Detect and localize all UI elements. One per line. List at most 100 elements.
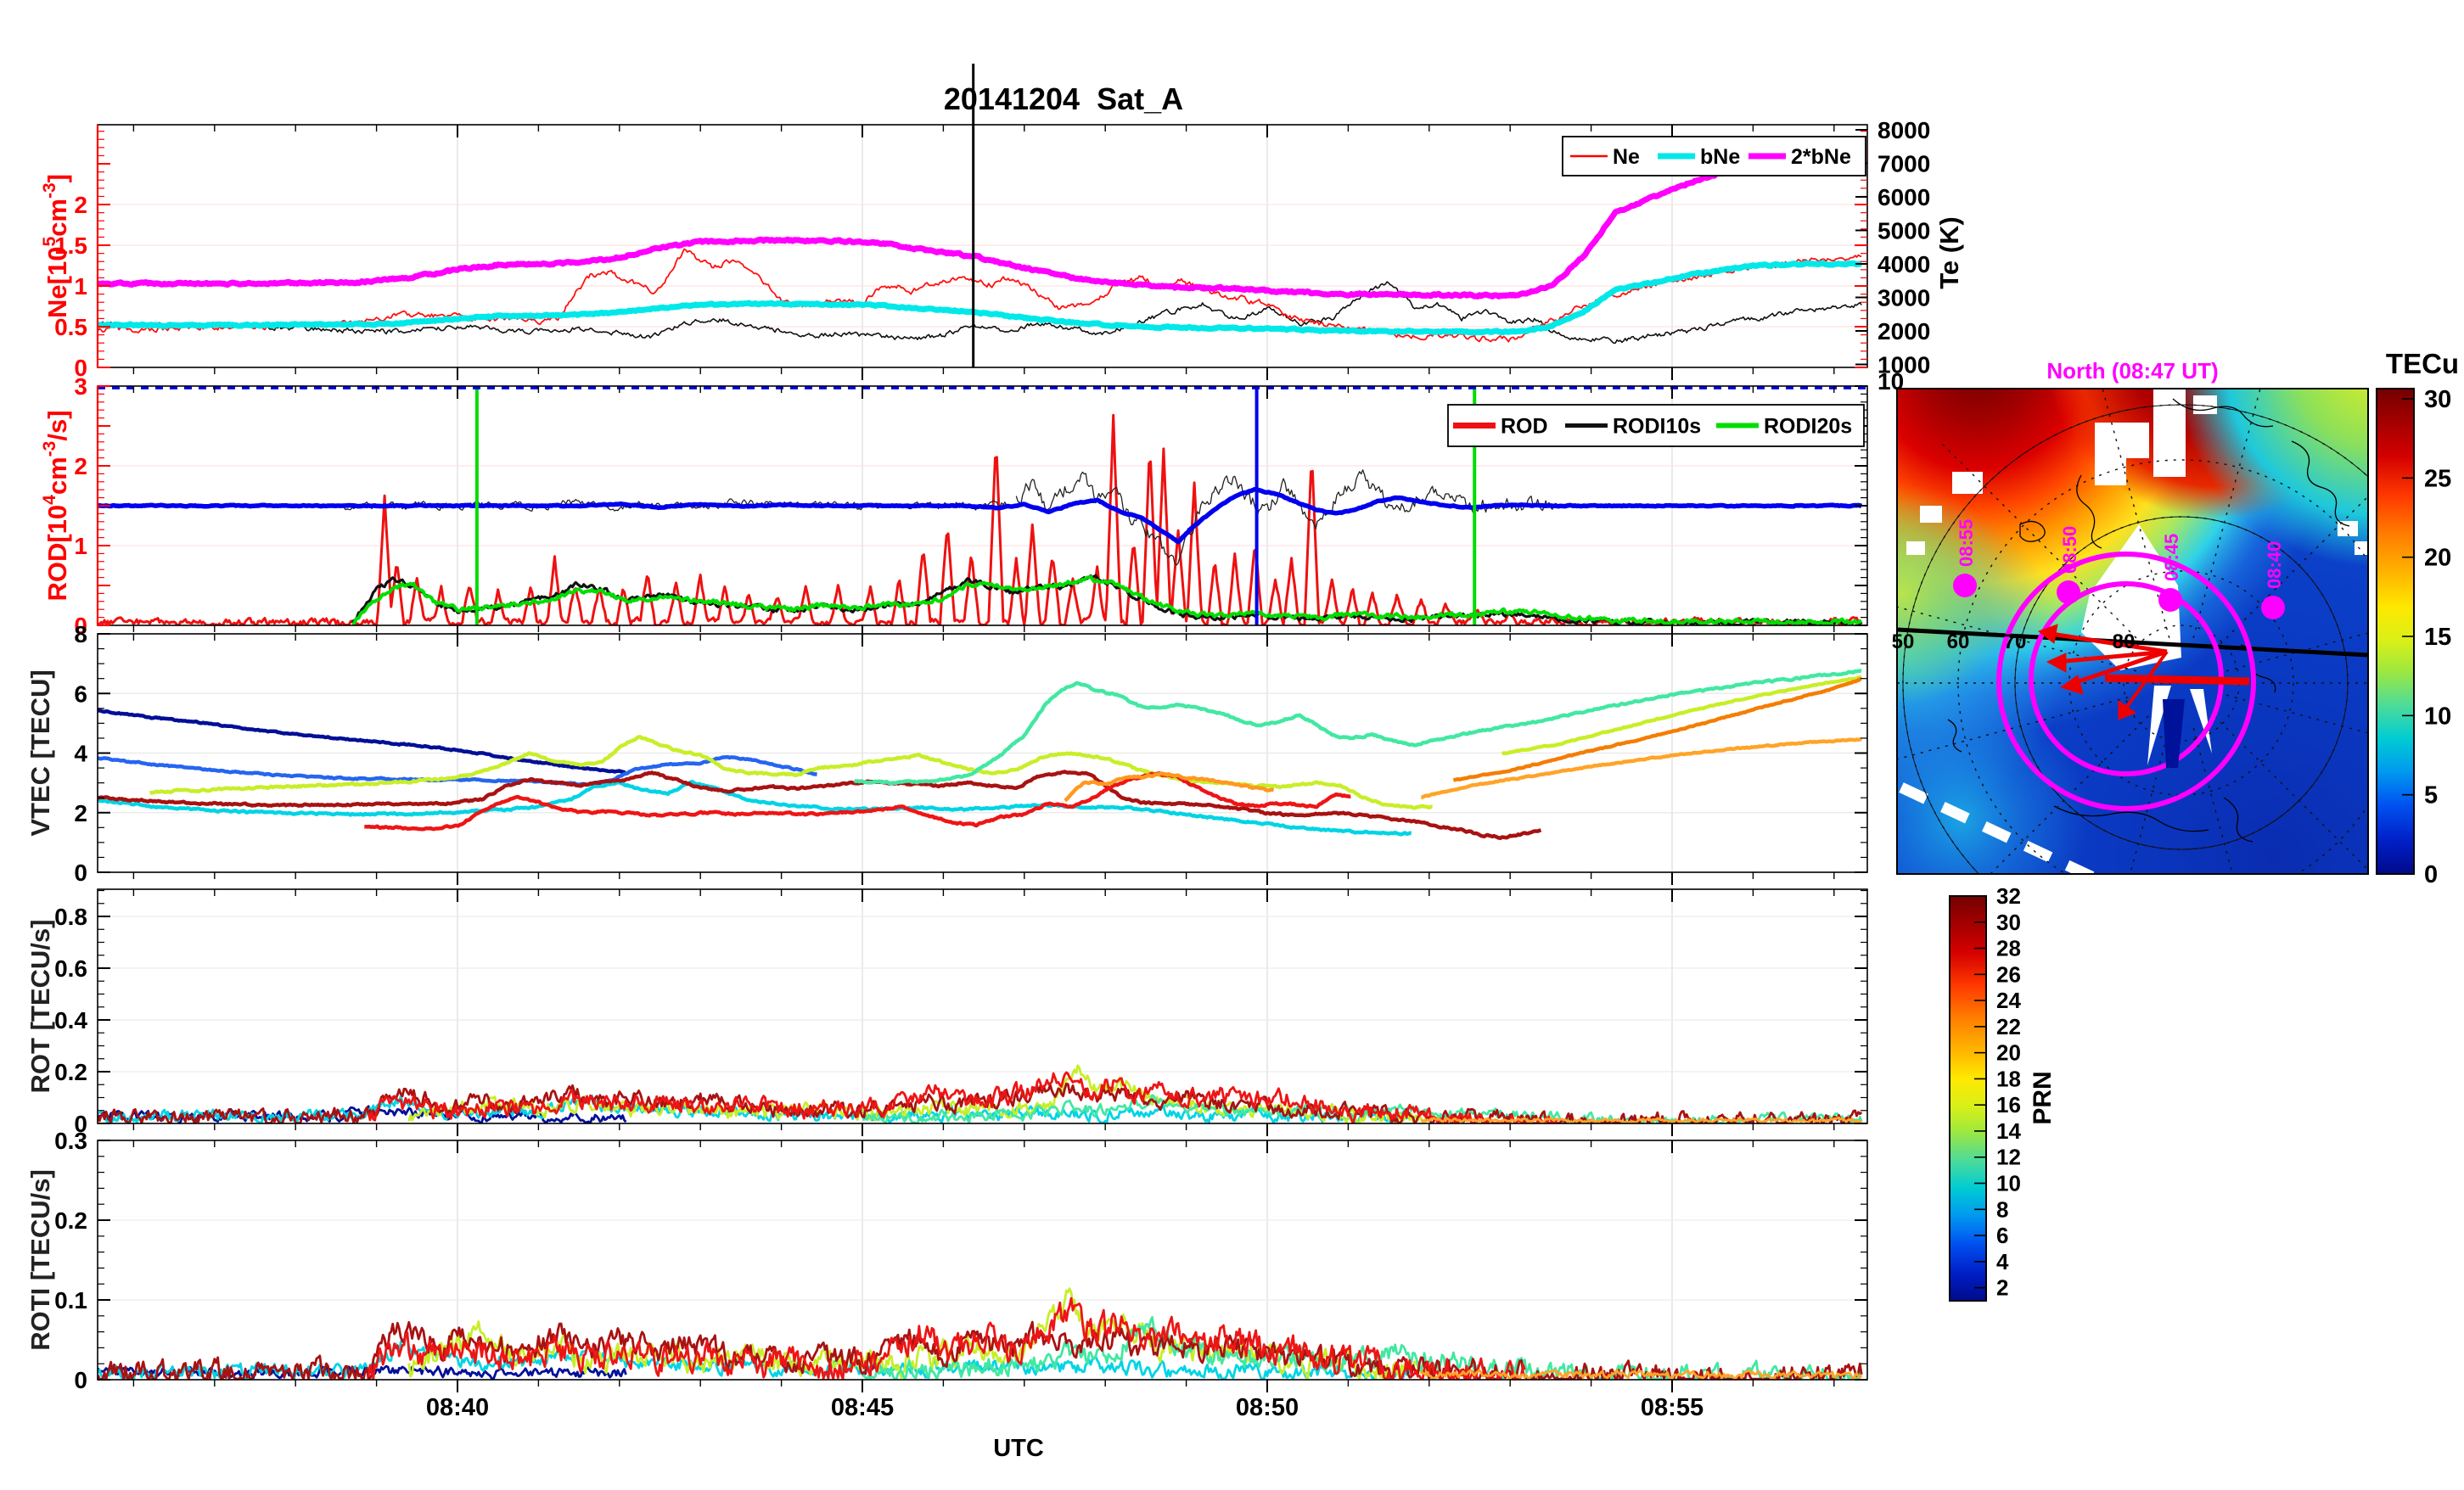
legend-label: ROD [1501,415,1548,439]
lat-label: 50 [1892,630,1915,653]
prn-tick-label: 22 [1996,1014,2021,1039]
panel-roti: 0.3 0.2 0.1 0 ROTI [TECU/s] [25,1128,1868,1393]
prn-tick-label: 4 [1996,1249,2009,1274]
tecu-tick-label: 20 [2424,545,2451,572]
panel-vtec: 8 6 4 2 0 VTEC [TECU] [25,621,1868,886]
ytick-label: 6 [74,681,87,707]
series-smoothed-blue [98,486,1863,545]
ytick-label: 0.6 [54,955,87,982]
track-time-label: 08:50 [2059,526,2080,574]
series-prn-orange-right-1 [1452,677,1862,782]
legend-1: Ne bNe 2*bNe [1562,136,1866,176]
ytick-label: 0.4 [54,1007,87,1033]
ytick-label: 0.2 [54,1059,87,1085]
prn-colorbar-gradient [1949,895,1987,1302]
tecu-tick-label: 0 [2424,861,2438,888]
axis-label-rod: ROD[104cm-3/s] [40,410,72,601]
ytick-label: 0 [74,1367,87,1393]
legend-2: ROD RODI10s RODI20s [1447,404,1865,447]
te-tick-label: 3000 [1877,285,1930,311]
te-tick-label: 6000 [1877,184,1930,210]
te-tick-label: 2000 [1877,318,1930,344]
lat-label: 70 [2004,630,2027,653]
prn-tick-label: 28 [1996,936,2021,961]
prn-tick-label: 32 [1996,883,2021,909]
te-tick-label: 5000 [1877,218,1930,244]
tecu-tick-label: 30 [2424,386,2451,413]
track-time-dot [2158,588,2182,612]
prn-tick-label: 10 [1996,1171,2021,1196]
tec-map [1897,389,2368,874]
tecu-colorbar-gradient [2376,388,2415,875]
legend-label: RODI10s [1613,415,1701,439]
ytick-label: 3 [74,373,87,400]
ytick-label: 0.3 [54,1128,87,1154]
chart-canvas: 21.510.50Ne[105cm-3]80007000600050004000… [25,64,2459,1462]
tecu-tick-label: 15 [2424,624,2451,651]
prn-tick-label: 20 [1996,1040,2021,1066]
xtick-label: 08:40 [426,1394,489,1421]
prn-tick-label: 16 [1996,1092,2021,1118]
xtick-label: 08:45 [831,1394,894,1421]
legend-label: RODI20s [1764,415,1852,439]
ytick-label: 2 [74,453,87,479]
tecu-tick-label: 5 [2424,782,2438,809]
legend-label: bNe [1700,145,1740,169]
te-tick-label: 10 [1877,368,1904,395]
ytick-label: 0.8 [54,904,87,930]
tecu-colorbar [2376,388,2415,875]
series-group [98,1064,1863,1123]
track-time-dot [2261,596,2285,619]
ytick-label: 0 [74,860,87,886]
track-time-dot [1953,574,1977,597]
legend-label: 2*bNe [1791,145,1851,169]
ytick-label: 8 [74,621,87,647]
te-axis-label: Te (K) [1934,216,1964,289]
series-bNe [98,260,1863,336]
ytick-label: 0.1 [54,1287,87,1314]
prn-tick-label: 24 [1996,988,2021,1013]
series-prn-sgreen [853,669,1862,786]
axis-label-rot: ROT [TECU/s] [25,920,55,1094]
te-tick-label: 4000 [1877,251,1930,277]
te-tick-label: 8000 [1877,117,1930,143]
track-time-label: 08:55 [1956,519,1977,567]
track-time-label: 08:45 [2161,534,2182,581]
legend-label: Ne [1613,145,1640,169]
track-time-label: 08:40 [2264,541,2285,589]
tecu-tick-label: 25 [2424,465,2451,492]
prn-colorbar [1949,895,1987,1302]
figure: 20141204 Sat_A 2 1.5 1 0.5 0 Ne[105cm-3]… [0,0,2464,1490]
ytick-label: 1 [74,533,87,559]
series-prn-orange-right-2 [1420,737,1862,799]
xtick-label: 08:50 [1236,1394,1299,1421]
prn-tick-label: 12 [1996,1145,2021,1170]
panel-box [97,888,1868,1124]
prn-tick-label: 2 [1996,1275,2008,1301]
prn-colorbar-label: PRN [2029,1071,2057,1124]
series-group [98,1287,1863,1380]
xtick-label: 08:55 [1641,1394,1703,1421]
gridlines [98,634,1867,872]
lat-label: 60 [1947,630,1970,653]
panel-rot: 0.80.60.40.20ROT [TECU/s] [25,888,1868,1137]
prn-tick-label: 6 [1996,1223,2008,1248]
ytick-label: 1 [74,273,87,300]
prn-tick-label: 30 [1996,910,2021,935]
axis-label-roti: ROTI [TECU/s] [25,1169,55,1351]
tecu-tick-label: 10 [2424,703,2451,730]
series-prn-navy [98,708,627,775]
ytick-label: 4 [74,741,87,767]
track-time-dot [2057,580,2080,604]
prn-tick-label: 18 [1996,1066,2021,1091]
gridlines [98,889,1867,1123]
ytick-label: 2 [74,192,87,218]
map-title: North (08:47 UT) [2046,358,2218,384]
tecu-colorbar-title: TECu [2386,348,2459,379]
prn-tick-label: 14 [1996,1118,2021,1144]
prn-tick-label: 8 [1996,1196,2008,1222]
ytick-label: 2 [74,800,87,826]
x-axis-label: UTC [993,1435,1044,1462]
te-tick-label: 7000 [1877,151,1930,177]
axis-label-vtec: VTEC [TECU] [25,669,55,836]
